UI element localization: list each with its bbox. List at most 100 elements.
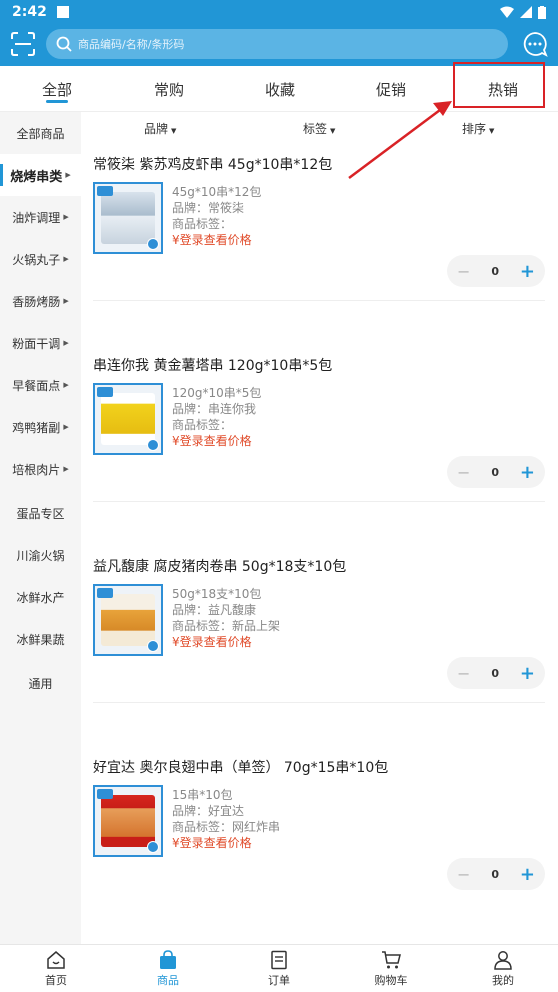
sidebar-item-poultry[interactable]: 鸡鸭猪副 ▶	[0, 406, 81, 448]
sidebar-item-seafood[interactable]: 冰鲜水产	[0, 576, 81, 618]
product-brand: 品牌：好宜达	[172, 804, 245, 818]
nav-profile[interactable]: 我的	[458, 945, 548, 992]
sidebar-item-label: 全部商品	[16, 126, 65, 141]
product-card[interactable]: 好宜达 奥尔良翅中串（单签） 70g*15串*10包 15串*10包 品牌：好宜…	[81, 757, 558, 943]
plus-icon[interactable]: +	[520, 462, 535, 483]
cart-icon	[382, 951, 401, 969]
product-card[interactable]: 益凡馥康 腐皮猪肉卷串 50g*18支*10包 50g*18支*10包 品牌：益…	[81, 556, 558, 756]
nav-home[interactable]: 首页	[11, 945, 101, 992]
sidebar-item-label: 早餐面点	[12, 378, 61, 393]
brand-badge	[97, 789, 113, 799]
product-price: ¥登录查看价格	[172, 836, 252, 850]
caret-down-icon: ▼	[330, 127, 336, 135]
sidebar-item-label: 粉面干调	[12, 336, 61, 351]
quantity-value[interactable]: 0	[491, 265, 499, 278]
bag-icon	[160, 950, 176, 969]
scan-icon[interactable]	[10, 31, 36, 57]
search-header	[0, 24, 558, 66]
battery-icon	[538, 5, 546, 19]
product-price: ¥登录查看价格	[172, 233, 252, 247]
tag-filter[interactable]: 标签 ▼	[303, 120, 335, 137]
plus-icon[interactable]: +	[520, 663, 535, 684]
divider	[93, 501, 545, 502]
product-spec: 15串*10包	[172, 788, 233, 802]
user-icon	[494, 951, 512, 970]
quantity-value[interactable]: 0	[491, 868, 499, 881]
sort-filter-label: 排序	[462, 122, 487, 136]
status-bar: 2:42	[0, 0, 558, 24]
product-price: ¥登录查看价格	[172, 635, 252, 649]
product-card[interactable]: 常筱柒 紫苏鸡皮虾串 45g*10串*12包 45g*10串*12包 品牌：常筱…	[81, 154, 558, 354]
nav-products-label: 商品	[157, 974, 179, 987]
caret-right-icon: ▶	[63, 423, 69, 431]
quantity-stepper: − 0 +	[447, 657, 545, 689]
filter-row: 品牌 ▼ 标签 ▼ 排序 ▼	[81, 112, 558, 142]
sidebar-item-fried[interactable]: 油炸调理 ▶	[0, 196, 81, 238]
sidebar-item-eggs[interactable]: 蛋品专区	[0, 492, 81, 534]
caret-right-icon: ▶	[63, 297, 69, 305]
chat-icon[interactable]	[522, 31, 548, 57]
product-tag: 商品标签：	[172, 217, 233, 231]
sidebar-item-label: 香肠烤肠	[12, 294, 61, 309]
minus-icon[interactable]: −	[457, 463, 470, 482]
quantity-value[interactable]: 0	[491, 466, 499, 479]
sort-filter[interactable]: 排序 ▼	[462, 120, 494, 137]
sidebar-item-all[interactable]: 全部商品	[0, 112, 81, 154]
nav-orders[interactable]: 订单	[234, 945, 324, 992]
sidebar-item-bbq-skewers[interactable]: 烧烤串类 ▶	[0, 154, 81, 196]
brand-filter-label: 品牌	[144, 122, 169, 136]
sidebar-item-noodles[interactable]: 粉面干调 ▶	[0, 322, 81, 364]
brand-filter[interactable]: 品牌 ▼	[144, 120, 176, 137]
sidebar-item-sausage[interactable]: 香肠烤肠 ▶	[0, 280, 81, 322]
product-brand: 品牌：益凡馥康	[172, 603, 257, 617]
status-time: 2:42	[12, 4, 47, 20]
search-input[interactable]	[78, 37, 478, 51]
nav-home-label: 首页	[45, 974, 67, 987]
nav-cart-label: 购物车	[374, 974, 408, 987]
product-title: 常筱柒 紫苏鸡皮虾串 45g*10串*12包	[93, 157, 333, 173]
sidebar-item-label: 培根肉片	[12, 462, 61, 477]
minus-icon[interactable]: −	[457, 664, 470, 683]
search-icon	[56, 36, 72, 52]
nav-profile-label: 我的	[492, 974, 514, 987]
product-image[interactable]	[93, 383, 163, 455]
sidebar-item-label: 油炸调理	[12, 210, 61, 225]
caret-right-icon: ▶	[63, 381, 69, 389]
tab-all[interactable]: 全部	[7, 66, 107, 112]
sidebar-item-breakfast[interactable]: 早餐面点 ▶	[0, 364, 81, 406]
nav-orders-label: 订单	[268, 974, 290, 987]
tab-active-indicator	[46, 100, 68, 103]
nav-cart[interactable]: 购物车	[346, 945, 436, 992]
product-image[interactable]	[93, 182, 163, 254]
product-price: ¥登录查看价格	[172, 434, 252, 448]
product-image[interactable]	[93, 785, 163, 857]
search-bar[interactable]	[46, 29, 508, 59]
sidebar-item-hotpot-balls[interactable]: 火锅丸子 ▶	[0, 238, 81, 280]
quantity-value[interactable]: 0	[491, 667, 499, 680]
notification-icon	[56, 6, 69, 18]
tab-favorites[interactable]: 收藏	[230, 66, 330, 112]
brand-badge	[97, 387, 113, 397]
plus-icon[interactable]: +	[520, 864, 535, 885]
nav-products[interactable]: 商品	[123, 945, 213, 992]
minus-icon[interactable]: −	[457, 865, 470, 884]
product-title: 好宜达 奥尔良翅中串（单签） 70g*15串*10包	[93, 760, 389, 776]
sidebar-item-label: 川渝火锅	[16, 548, 65, 563]
sidebar-item-bacon[interactable]: 培根肉片 ▶	[0, 448, 81, 490]
product-title: 串连你我 黄金薯塔串 120g*10串*5包	[93, 358, 333, 374]
quantity-stepper: − 0 +	[447, 456, 545, 488]
sidebar-item-general[interactable]: 通用	[0, 662, 81, 704]
product-spec: 45g*10串*12包	[172, 185, 262, 199]
sidebar-item-produce[interactable]: 冰鲜果蔬	[0, 618, 81, 660]
sidebar-item-label: 烧烤串类	[10, 169, 63, 185]
quantity-stepper: − 0 +	[447, 858, 545, 890]
product-image[interactable]	[93, 584, 163, 656]
product-card[interactable]: 串连你我 黄金薯塔串 120g*10串*5包 120g*10串*5包 品牌：串连…	[81, 355, 558, 555]
signal-icon	[520, 6, 532, 18]
minus-icon[interactable]: −	[457, 262, 470, 281]
tab-frequent[interactable]: 常购	[119, 66, 219, 112]
package-graphic	[101, 393, 155, 445]
plus-icon[interactable]: +	[520, 261, 535, 282]
sidebar-item-sichuan-hotpot[interactable]: 川渝火锅	[0, 534, 81, 576]
tab-promotion[interactable]: 促销	[341, 66, 441, 112]
